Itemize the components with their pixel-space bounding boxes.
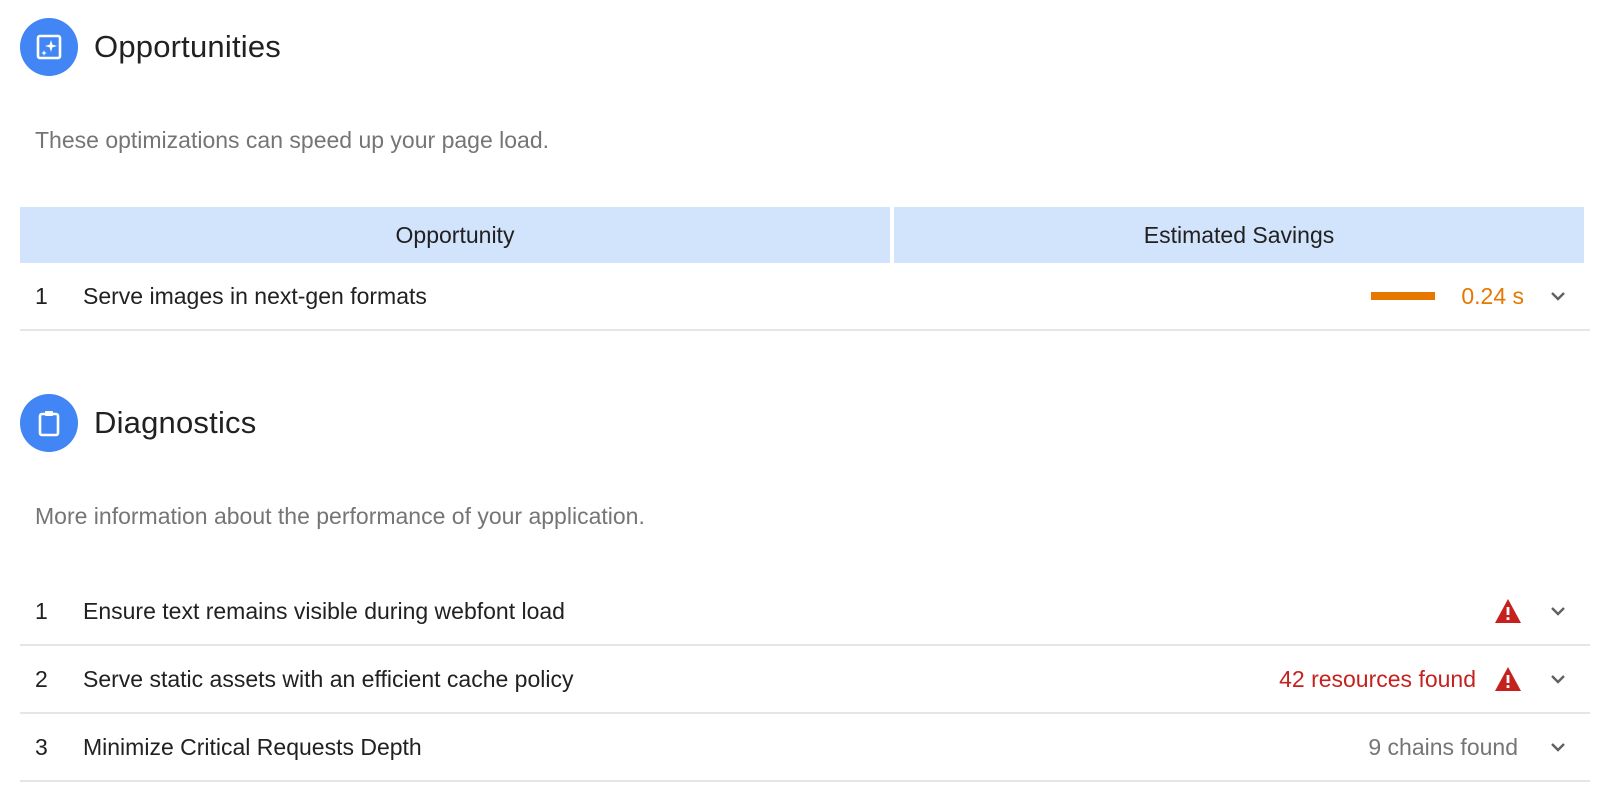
savings-bar — [1371, 292, 1436, 300]
diagnostics-title: Diagnostics — [94, 405, 257, 440]
status-cell: 42 resources found — [1279, 665, 1590, 693]
diagnostics-section: Diagnostics More information about the p… — [20, 394, 1590, 782]
row-index: 2 — [35, 665, 48, 692]
status-text: 9 chains found — [1368, 733, 1518, 760]
chevron-down-icon[interactable] — [1546, 599, 1570, 623]
chevron-down-icon[interactable] — [1546, 667, 1570, 691]
diagnostics-list: 1 Ensure text remains visible during web… — [20, 578, 1590, 782]
audit-title: Ensure text remains visible during webfo… — [83, 597, 565, 624]
savings-cell: 0.24 s — [1371, 283, 1590, 310]
opportunities-title: Opportunities — [94, 29, 281, 64]
clipboard-icon — [20, 394, 78, 452]
status-cell: 9 chains found — [1368, 734, 1590, 761]
diagnostics-description: More information about the performance o… — [35, 503, 645, 529]
savings-value: 0.24 s — [1461, 282, 1524, 309]
chevron-down-icon[interactable] — [1546, 735, 1570, 759]
opportunities-header: Opportunities — [20, 18, 1590, 76]
diagnostic-row[interactable]: 3 Minimize Critical Requests Depth 9 cha… — [20, 714, 1590, 782]
row-index: 1 — [35, 282, 48, 309]
opportunity-row[interactable]: 1 Serve images in next-gen formats 0.24 … — [20, 263, 1590, 331]
diagnostic-row[interactable]: 2 Serve static assets with an efficient … — [20, 646, 1590, 714]
column-header-opportunity: Opportunity — [20, 207, 890, 263]
chevron-down-icon[interactable] — [1546, 284, 1570, 308]
warning-triangle-icon — [1494, 597, 1522, 625]
row-index: 3 — [35, 733, 48, 760]
status-text: 42 resources found — [1279, 665, 1476, 692]
opportunities-section: Opportunities These optimizations can sp… — [20, 18, 1590, 331]
audit-title: Minimize Critical Requests Depth — [83, 733, 422, 760]
warning-triangle-icon — [1494, 665, 1522, 693]
opportunities-table-header: Opportunity Estimated Savings — [20, 207, 1590, 263]
row-index: 1 — [35, 597, 48, 624]
opportunities-description: These optimizations can speed up your pa… — [35, 127, 549, 153]
diagnostics-header: Diagnostics — [20, 394, 1590, 452]
column-header-estimated-savings: Estimated Savings — [894, 207, 1584, 263]
diagnostic-row[interactable]: 1 Ensure text remains visible during web… — [20, 578, 1590, 646]
audit-title: Serve images in next-gen formats — [83, 282, 427, 309]
sparkle-frame-icon — [20, 18, 78, 76]
audit-title: Serve static assets with an efficient ca… — [83, 665, 574, 692]
status-cell — [1476, 597, 1590, 625]
